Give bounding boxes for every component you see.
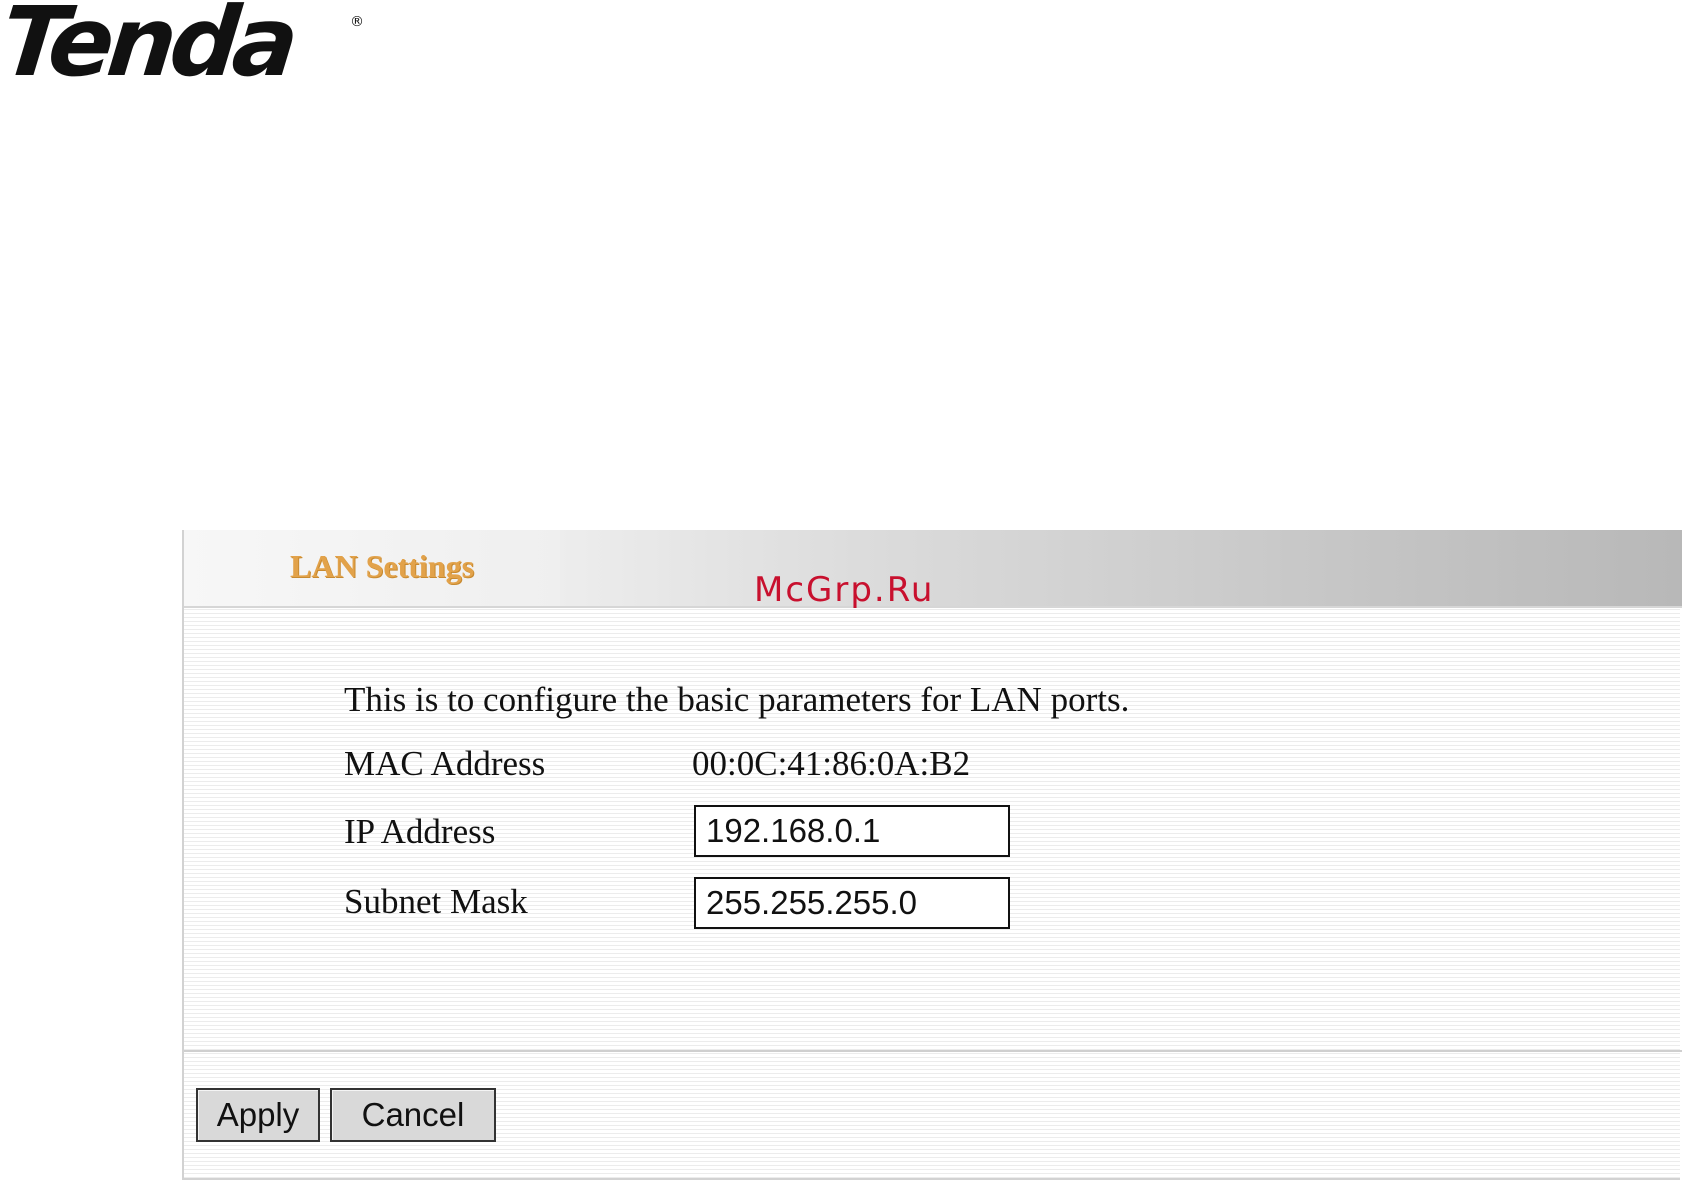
mac-address-label: MAC Address	[344, 744, 546, 783]
lan-settings-panel: LAN Settings McGrp.Ru This is to configu…	[182, 530, 1682, 1180]
panel-title: LAN Settings	[290, 548, 475, 584]
cancel-button[interactable]: Cancel	[330, 1088, 496, 1142]
footer-divider	[184, 1050, 1682, 1052]
tenda-logo: Tenda	[0, 0, 298, 98]
apply-button[interactable]: Apply	[196, 1088, 320, 1142]
mac-address-value: 00:0C:41:86:0A:B2	[692, 744, 971, 783]
watermark: McGrp.Ru	[754, 570, 935, 610]
panel-description: This is to configure the basic parameter…	[344, 680, 1130, 719]
registered-trademark-mark: ®	[350, 14, 364, 30]
ip-address-input[interactable]: 192.168.0.1	[694, 805, 1010, 857]
subnet-mask-input[interactable]: 255.255.255.0	[694, 877, 1010, 929]
subnet-mask-label: Subnet Mask	[344, 882, 528, 921]
ip-address-label: IP Address	[344, 812, 496, 851]
